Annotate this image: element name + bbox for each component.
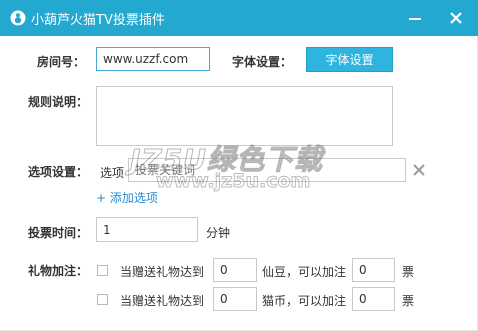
gift-row-middle: 猫币，可以加注 (262, 294, 347, 308)
gift-row-middle: 仙豆，可以加注 (262, 265, 347, 279)
vote-time-unit: 分钟 (206, 226, 231, 240)
options-label: 选项设置： (28, 165, 89, 179)
minimize-button[interactable] (395, 0, 435, 36)
gourd-logo-icon (10, 10, 26, 26)
close-icon (450, 12, 462, 24)
option-prefix: 选项 (100, 166, 125, 180)
gift-bonus-label: 礼物加注： (28, 264, 89, 278)
remove-x-icon[interactable] (412, 163, 426, 177)
vote-time-label: 投票时间： (28, 226, 89, 240)
gift-bonus-checkbox-beans[interactable] (97, 265, 108, 276)
close-button[interactable] (436, 0, 476, 36)
gift-row-suffix: 票 (402, 265, 415, 279)
minimize-icon (409, 18, 421, 20)
rules-label: 规则说明： (28, 95, 89, 109)
gift-beans-votes-input[interactable] (352, 258, 395, 282)
gift-beans-amount-input[interactable] (213, 258, 257, 282)
gift-row-prefix: 当赠送礼物达到 (120, 265, 205, 279)
gift-row-suffix: 票 (402, 294, 415, 308)
room-label: 房间号： (37, 55, 86, 69)
gift-row-prefix: 当赠送礼物达到 (120, 294, 205, 308)
add-option-link[interactable]: + 添加选项 (96, 189, 158, 206)
font-settings-label: 字体设置： (232, 55, 293, 69)
vote-time-input[interactable] (96, 217, 198, 242)
plugin-window: 小葫芦火猫TV投票插件 房间号： 字体设置： 字体设置 规则说明： 选项设置： … (0, 0, 478, 331)
option-keyword-input[interactable] (128, 158, 406, 182)
rules-textarea[interactable] (96, 86, 393, 146)
font-settings-button[interactable]: 字体设置 (306, 47, 393, 72)
gift-coins-amount-input[interactable] (213, 287, 257, 311)
gift-bonus-checkbox-coins[interactable] (97, 294, 108, 305)
gift-coins-votes-input[interactable] (352, 287, 395, 311)
room-input[interactable] (96, 47, 210, 71)
title-bar: 小葫芦火猫TV投票插件 (0, 0, 478, 36)
window-title: 小葫芦火猫TV投票插件 (31, 13, 165, 28)
